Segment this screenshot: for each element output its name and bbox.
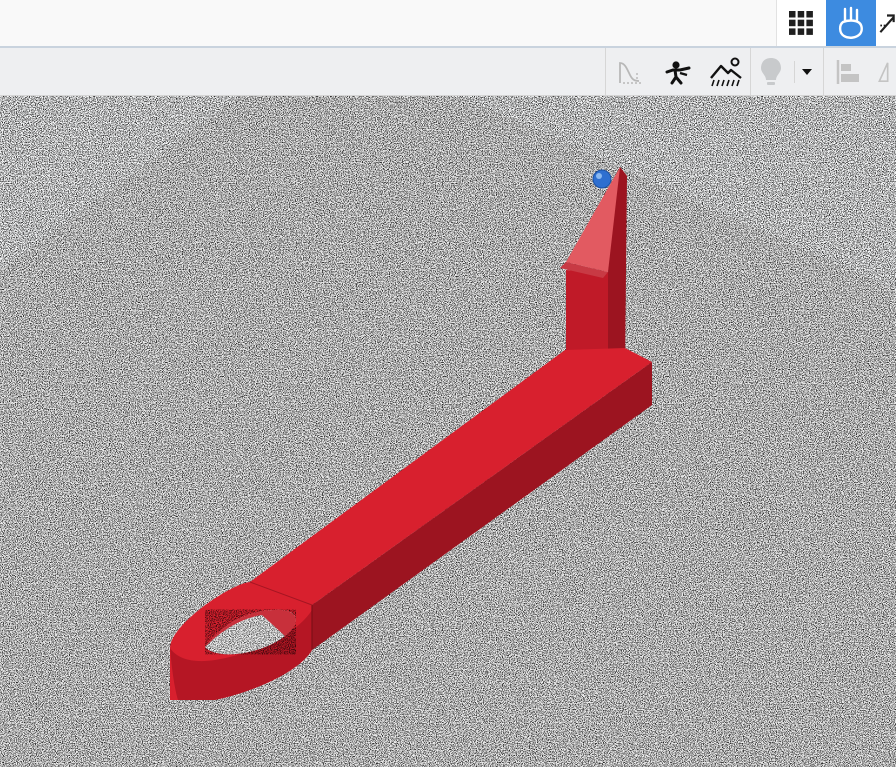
measure-tool[interactable] <box>876 52 896 92</box>
measure-triangle-icon <box>878 62 889 82</box>
curve-sketch-icon <box>619 62 643 84</box>
person-viewpoint-icon <box>665 61 691 85</box>
scene-lighting-tool[interactable] <box>706 52 746 92</box>
light-options-dropdown[interactable] <box>795 52 819 92</box>
tool-partial-icon <box>879 14 895 33</box>
view-mode-group <box>776 0 896 46</box>
3d-viewport[interactable] <box>0 96 896 767</box>
handle-point[interactable] <box>592 169 612 189</box>
view-toolbar <box>0 48 896 96</box>
select-mode-button[interactable] <box>826 0 876 46</box>
grid-icon <box>789 11 813 35</box>
scene-canvas[interactable] <box>0 96 896 767</box>
handle-highlight <box>596 173 602 179</box>
lighting-scene-icon <box>710 57 742 87</box>
toolbar-divider <box>823 48 824 95</box>
align-icon <box>836 60 859 84</box>
grid-view-button[interactable] <box>777 0 825 46</box>
dropdown-caret-icon <box>802 69 812 75</box>
hand-pointer-icon <box>838 6 863 39</box>
sketch-curve-tool[interactable] <box>610 52 650 92</box>
lightbulb-icon <box>761 58 781 85</box>
top-bar <box>0 0 896 48</box>
align-tool[interactable] <box>828 52 868 92</box>
transform-mode-button[interactable] <box>877 0 896 46</box>
person-view-tool[interactable] <box>658 52 698 92</box>
toolbar-divider <box>605 48 606 95</box>
light-tool[interactable] <box>751 52 791 92</box>
